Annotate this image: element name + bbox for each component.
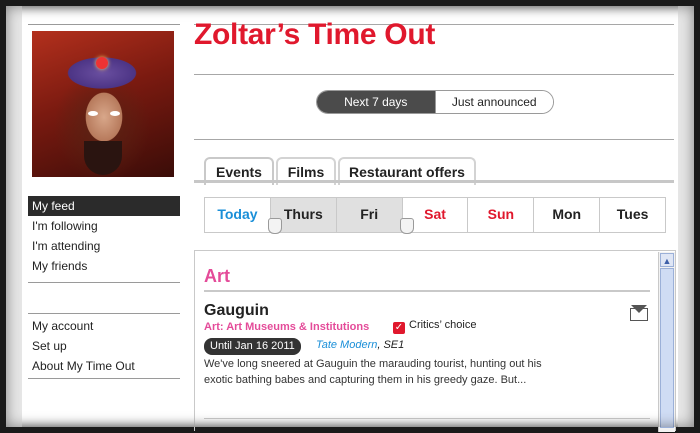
event-until-badge: Until Jan 16 2011 [204,338,301,355]
venue-link[interactable]: Tate Modern [316,339,377,351]
toggle-divider [194,139,674,140]
event-title[interactable]: Gauguin [204,302,269,320]
sidebar-top-divider [28,24,180,25]
avatar-eye-right [110,111,120,116]
event-description: We've long sneered at Gauguin the maraud… [204,358,542,386]
sidebar-item-set-up[interactable]: Set up [28,336,180,356]
critics-choice: ✓ Critics’ choice [393,319,476,334]
event-category[interactable]: Art: Art Museums & Institutions [204,321,369,333]
left-margin [6,6,22,427]
sidebar-nav-secondary: My account Set up About My Time Out [28,316,180,376]
title-divider [194,74,674,75]
sidebar-divider-3 [28,378,180,379]
toggle-just-announced[interactable]: Just announced [434,91,553,113]
sidebar-divider-2 [28,313,180,314]
section-divider [204,290,650,292]
scroll-thumb[interactable] [660,268,674,428]
sidebar-item-attending[interactable]: I'm attending [28,236,180,256]
day-sun[interactable]: Sun [468,198,535,232]
scrollbar[interactable]: ▲ [658,252,675,432]
sidebar-nav-primary: My feed I'm following I'm attending My f… [28,196,180,276]
sidebar-item-my-account[interactable]: My account [28,316,180,336]
avatar-eye-left [88,111,98,116]
turban-gem [96,57,108,69]
day-tues[interactable]: Tues [600,198,665,232]
critics-choice-label: Critics’ choice [409,319,477,331]
check-icon: ✓ [393,322,405,334]
event-divider [204,418,650,419]
period-toggle: Next 7 days Just announced [316,90,554,114]
sidebar-divider-1 [28,282,180,283]
mail-icon[interactable] [630,305,648,321]
avatar [32,31,174,177]
day-today[interactable]: Today [205,198,271,232]
section-title: Art [204,266,230,286]
venue-area: , SE1 [377,339,405,351]
page-title: Zoltar’s Time Out [194,18,436,51]
range-handle-end[interactable] [400,218,414,234]
scroll-up-icon[interactable]: ▲ [660,253,674,267]
right-margin [678,6,694,427]
range-handle-start[interactable] [268,218,282,234]
sidebar-item-friends[interactable]: My friends [28,256,180,276]
tabs-baseline [194,180,674,183]
day-mon[interactable]: Mon [534,198,601,232]
event-venue: Tate Modern, SE1 [316,339,404,351]
sidebar-item-about[interactable]: About My Time Out [28,356,180,376]
avatar-beard [84,141,122,175]
day-fri[interactable]: Fri [336,198,403,232]
sidebar-item-my-feed[interactable]: My feed [28,196,180,216]
sidebar-item-following[interactable]: I'm following [28,216,180,236]
toggle-next-7-days[interactable]: Next 7 days [317,91,435,113]
